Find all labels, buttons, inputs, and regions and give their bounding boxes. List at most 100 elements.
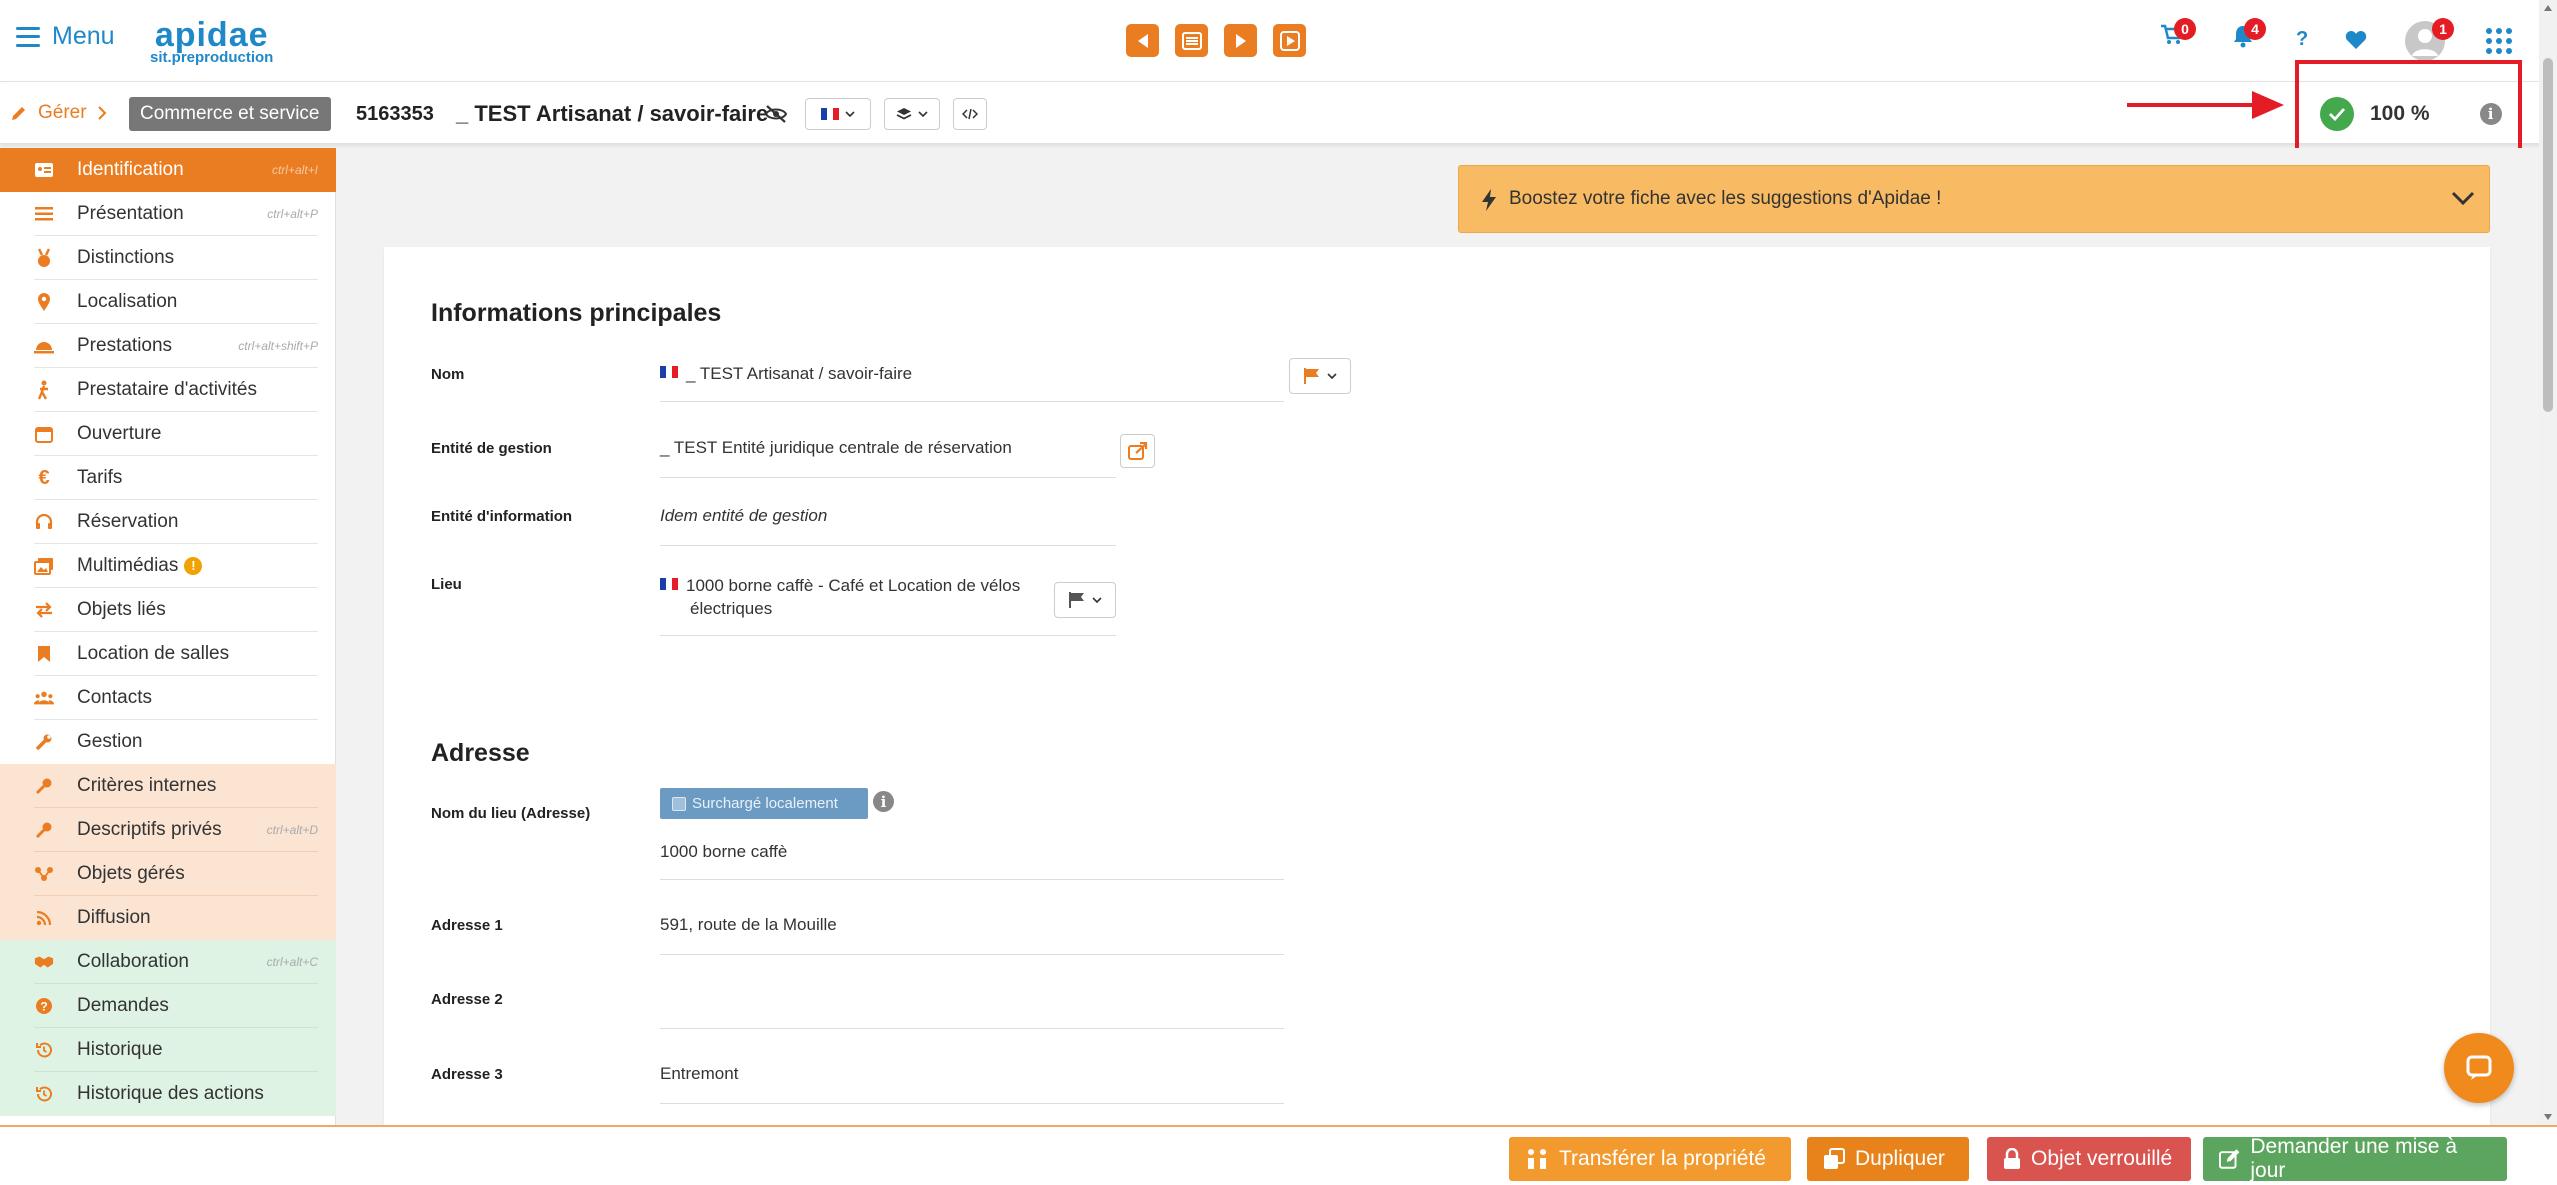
sidebar-item-historique-actions[interactable]: Historique des actions	[0, 1072, 336, 1116]
adresse3-field[interactable]: Entremont	[660, 1064, 738, 1084]
sidebar-item-gestion[interactable]: Gestion	[0, 720, 336, 764]
chat-button[interactable]	[2444, 1033, 2514, 1103]
sidebar-item-objets-geres[interactable]: Objets gérés	[0, 852, 336, 896]
nom-label: Nom	[431, 366, 465, 383]
cart-button[interactable]: 0	[2160, 18, 2196, 51]
sidebar-item-historique[interactable]: Historique	[0, 1028, 336, 1072]
notification-count-badge: 4	[2244, 18, 2266, 40]
play-button[interactable]	[1273, 24, 1306, 57]
override-info-icon[interactable]: i	[873, 791, 894, 812]
next-object-button[interactable]	[1224, 24, 1257, 57]
scrollbar-thumb[interactable]	[2543, 58, 2553, 412]
sidebar-item-label: Historique	[77, 1039, 163, 1060]
sidebar-item-prestataire-activites[interactable]: Prestataire d'activités	[0, 368, 336, 412]
nom-underline	[660, 401, 1284, 402]
adresse3-label: Adresse 3	[431, 1066, 503, 1083]
sidebar-item-identification[interactable]: Identification ctrl+alt+I	[0, 148, 336, 192]
adresse3-underline	[660, 1103, 1284, 1104]
sidebar-item-localisation[interactable]: Localisation	[0, 280, 336, 324]
handshake-icon	[34, 952, 54, 972]
sidebar-item-location-salles[interactable]: Location de salles	[0, 632, 336, 676]
lieu-label: Lieu	[431, 576, 462, 593]
apidae-logo[interactable]: apidae sit.preproduction	[150, 18, 273, 65]
sidebar-item-ouverture[interactable]: Ouverture	[0, 412, 336, 456]
sidebar-item-shortcut: ctrl+alt+D	[266, 823, 318, 837]
sidebar-item-reservation[interactable]: Réservation	[0, 500, 336, 544]
object-id: 5163353	[356, 103, 434, 125]
breadcrumb-label: Gérer	[38, 102, 87, 123]
manage-breadcrumb[interactable]: Gérer	[10, 102, 107, 124]
visibility-toggle[interactable]	[764, 104, 788, 129]
page-scrollbar[interactable]	[2539, 0, 2557, 1125]
request-update-button[interactable]: Demander une mise à jour	[2203, 1135, 2507, 1182]
sidebar-item-contacts[interactable]: Contacts	[0, 676, 336, 720]
sidebar-item-descriptifs-prives[interactable]: Descriptifs privés ctrl+alt+D	[0, 808, 336, 852]
entite-gestion-field[interactable]: _ TEST Entité juridique centrale de rése…	[660, 438, 1012, 458]
duplicate-button[interactable]: Dupliquer	[1807, 1137, 1969, 1181]
adresse1-field[interactable]: 591, route de la Mouille	[660, 915, 837, 935]
lieu-field[interactable]: 1000 borne caffè - Café et Location de v…	[660, 574, 1020, 620]
images-icon	[34, 556, 54, 576]
sidebar-item-label: Identification	[77, 159, 184, 180]
top-navbar: Menu apidae sit.preproduction 0 4 ? 1	[0, 0, 2557, 82]
sidebar-item-tarifs[interactable]: € Tarifs	[0, 456, 336, 500]
nom-lieu-field[interactable]: 1000 borne caffè	[660, 842, 787, 862]
completion-info-icon[interactable]: i	[2479, 103, 2502, 125]
calendar-icon	[34, 424, 54, 444]
chevron-right-icon	[97, 106, 106, 120]
open-entite-button[interactable]	[1120, 434, 1155, 468]
logo-main: apidae	[154, 16, 269, 54]
override-locally-toggle[interactable]: Surchargé localement	[660, 788, 868, 819]
play-icon	[1279, 30, 1300, 51]
wrench-icon	[34, 732, 54, 752]
sidebar-item-label: Réservation	[77, 511, 179, 532]
layers-dropdown[interactable]	[884, 98, 940, 130]
sidebar-item-label: Prestations	[77, 335, 173, 356]
sidebar-item-label: Location de salles	[77, 643, 230, 664]
entite-information-field[interactable]: Idem entité de gestion	[660, 506, 827, 526]
object-navigation	[1126, 24, 1306, 57]
nom-lieu-underline	[660, 879, 1284, 880]
flag-icon	[1069, 592, 1084, 608]
flag-fr-icon	[821, 108, 839, 120]
sidebar-item-presentation[interactable]: Présentation ctrl+alt+P	[0, 192, 336, 236]
notifications-button[interactable]: 4	[2232, 18, 2266, 53]
sidebar-item-objets-lies[interactable]: Objets liés	[0, 588, 336, 632]
bookmark-icon	[34, 644, 54, 664]
language-dropdown[interactable]	[805, 98, 871, 130]
check-circle-icon	[2320, 97, 2354, 131]
nom-field[interactable]: _ TEST Artisanat / savoir-faire	[660, 364, 912, 384]
annotation-arrow-shaft	[2127, 103, 2267, 107]
heart-icon	[2345, 31, 2367, 49]
headset-icon	[34, 512, 54, 532]
completion-indicator[interactable]: 100 % i	[2320, 97, 2502, 131]
duplicate-label: Dupliquer	[1855, 1147, 1945, 1170]
rss-icon	[34, 908, 54, 928]
sidebar-item-prestations[interactable]: Prestations ctrl+alt+shift+P	[0, 324, 336, 368]
lieu-translation-dropdown[interactable]	[1054, 582, 1116, 618]
apps-grid-button[interactable]	[2485, 27, 2513, 60]
previous-object-button[interactable]	[1126, 24, 1159, 57]
sidebar-item-distinctions[interactable]: Distinctions	[0, 236, 336, 280]
nom-translation-dropdown[interactable]	[1289, 358, 1351, 394]
sidebar-item-shortcut: ctrl+alt+P	[267, 207, 318, 221]
sidebar-item-diffusion[interactable]: Diffusion	[0, 896, 336, 940]
chevron-down-icon	[845, 111, 855, 117]
locked-label: Objet verrouillé	[2031, 1147, 2173, 1170]
sidebar-item-label: Prestataire d'activités	[77, 379, 257, 400]
menu-button[interactable]: Menu	[16, 22, 115, 51]
annotation-arrow-head	[2252, 91, 2284, 119]
suggestions-banner[interactable]: Boostez votre fiche avec les suggestions…	[1458, 165, 2490, 233]
transfer-ownership-button[interactable]: Transférer la propriété	[1509, 1137, 1791, 1181]
sidebar-item-multimedias[interactable]: Multimédias!	[0, 544, 336, 588]
embed-code-button[interactable]	[953, 98, 987, 130]
sidebar-item-criteres-internes[interactable]: Critères internes	[0, 764, 336, 808]
sidebar-item-collaboration[interactable]: Collaboration ctrl+alt+C	[0, 940, 336, 984]
sidebar-item-demandes[interactable]: ? Demandes	[0, 984, 336, 1028]
help-button[interactable]: ?	[2296, 28, 2308, 51]
object-locked-button[interactable]: Objet verrouillé	[1987, 1137, 2191, 1181]
favorites-button[interactable]	[2345, 30, 2367, 55]
list-button[interactable]	[1175, 24, 1208, 57]
action-bar: Transférer la propriété Dupliquer Objet …	[0, 1125, 2557, 1185]
sidebar-item-label: Collaboration	[77, 951, 189, 972]
